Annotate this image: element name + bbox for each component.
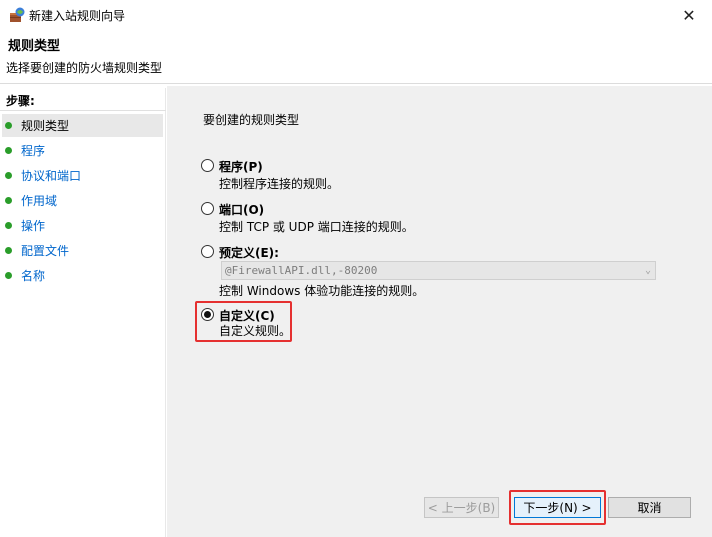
sidebar-item-label: 程序	[21, 144, 46, 158]
step-dot-icon	[5, 197, 12, 204]
predefined-select[interactable]: @FirewallAPI.dll,-80200 ⌄	[221, 261, 656, 280]
next-button-highlight	[509, 490, 606, 525]
step-dot-icon	[5, 172, 12, 179]
window-title: 新建入站规则向导	[29, 9, 126, 23]
sidebar-item-label: 作用域	[21, 194, 58, 208]
option-description: 控制 TCP 或 UDP 端口连接的规则。	[219, 220, 414, 234]
steps-divider	[0, 110, 166, 111]
title-bar: 新建入站规则向导 ✕	[0, 0, 712, 30]
option-title: 程序(P)	[219, 160, 263, 174]
rule-type-prompt: 要创建的规则类型	[203, 113, 300, 127]
steps-sidebar: 步骤: 规则类型 程序 协议和端口 作用域 操作 配置文件 名称	[0, 88, 166, 537]
step-dot-icon	[5, 122, 12, 129]
sidebar-item-label: 操作	[21, 219, 46, 233]
page-subtitle: 选择要创建的防火墙规则类型	[6, 61, 163, 75]
step-dot-icon	[5, 222, 12, 229]
main-panel: 要创建的规则类型 程序(P) 控制程序连接的规则。 端口(O) 控制 TCP 或…	[167, 86, 712, 537]
sidebar-item-label: 配置文件	[21, 244, 70, 258]
cancel-button[interactable]: 取消	[608, 497, 691, 518]
wizard-header: 规则类型 选择要创建的防火墙规则类型	[0, 30, 712, 84]
sidebar-item-name[interactable]: 名称	[2, 264, 163, 287]
sidebar-item-profile[interactable]: 配置文件	[2, 239, 163, 262]
option-description: 控制程序连接的规则。	[219, 177, 340, 191]
radio-port[interactable]	[201, 202, 214, 215]
custom-option-highlight	[195, 301, 292, 342]
sidebar-item-label: 协议和端口	[21, 169, 82, 183]
sidebar-item-scope[interactable]: 作用域	[2, 189, 163, 212]
radio-program[interactable]	[201, 159, 214, 172]
predefined-select-value: @FirewallAPI.dll,-80200	[225, 264, 378, 277]
step-dot-icon	[5, 147, 12, 154]
sidebar-item-label: 规则类型	[21, 119, 70, 133]
sidebar-item-program[interactable]: 程序	[2, 139, 163, 162]
back-button[interactable]: < 上一步(B)	[424, 497, 499, 518]
firewall-app-icon	[10, 7, 25, 22]
sidebar-item-rule-type[interactable]: 规则类型	[2, 114, 163, 137]
sidebar-item-protocol-ports[interactable]: 协议和端口	[2, 164, 163, 187]
sidebar-item-action[interactable]: 操作	[2, 214, 163, 237]
page-title: 规则类型	[8, 39, 61, 54]
sidebar-item-label: 名称	[21, 269, 46, 283]
step-dot-icon	[5, 272, 12, 279]
steps-label: 步骤:	[6, 94, 35, 108]
step-dot-icon	[5, 247, 12, 254]
option-title: 端口(O)	[219, 203, 265, 217]
option-title: 预定义(E):	[219, 246, 279, 260]
radio-predefined[interactable]	[201, 245, 214, 258]
close-button[interactable]: ✕	[666, 0, 712, 30]
option-description: 控制 Windows 体验功能连接的规则。	[219, 284, 425, 298]
close-icon: ✕	[682, 5, 696, 25]
chevron-down-icon: ⌄	[644, 265, 651, 276]
